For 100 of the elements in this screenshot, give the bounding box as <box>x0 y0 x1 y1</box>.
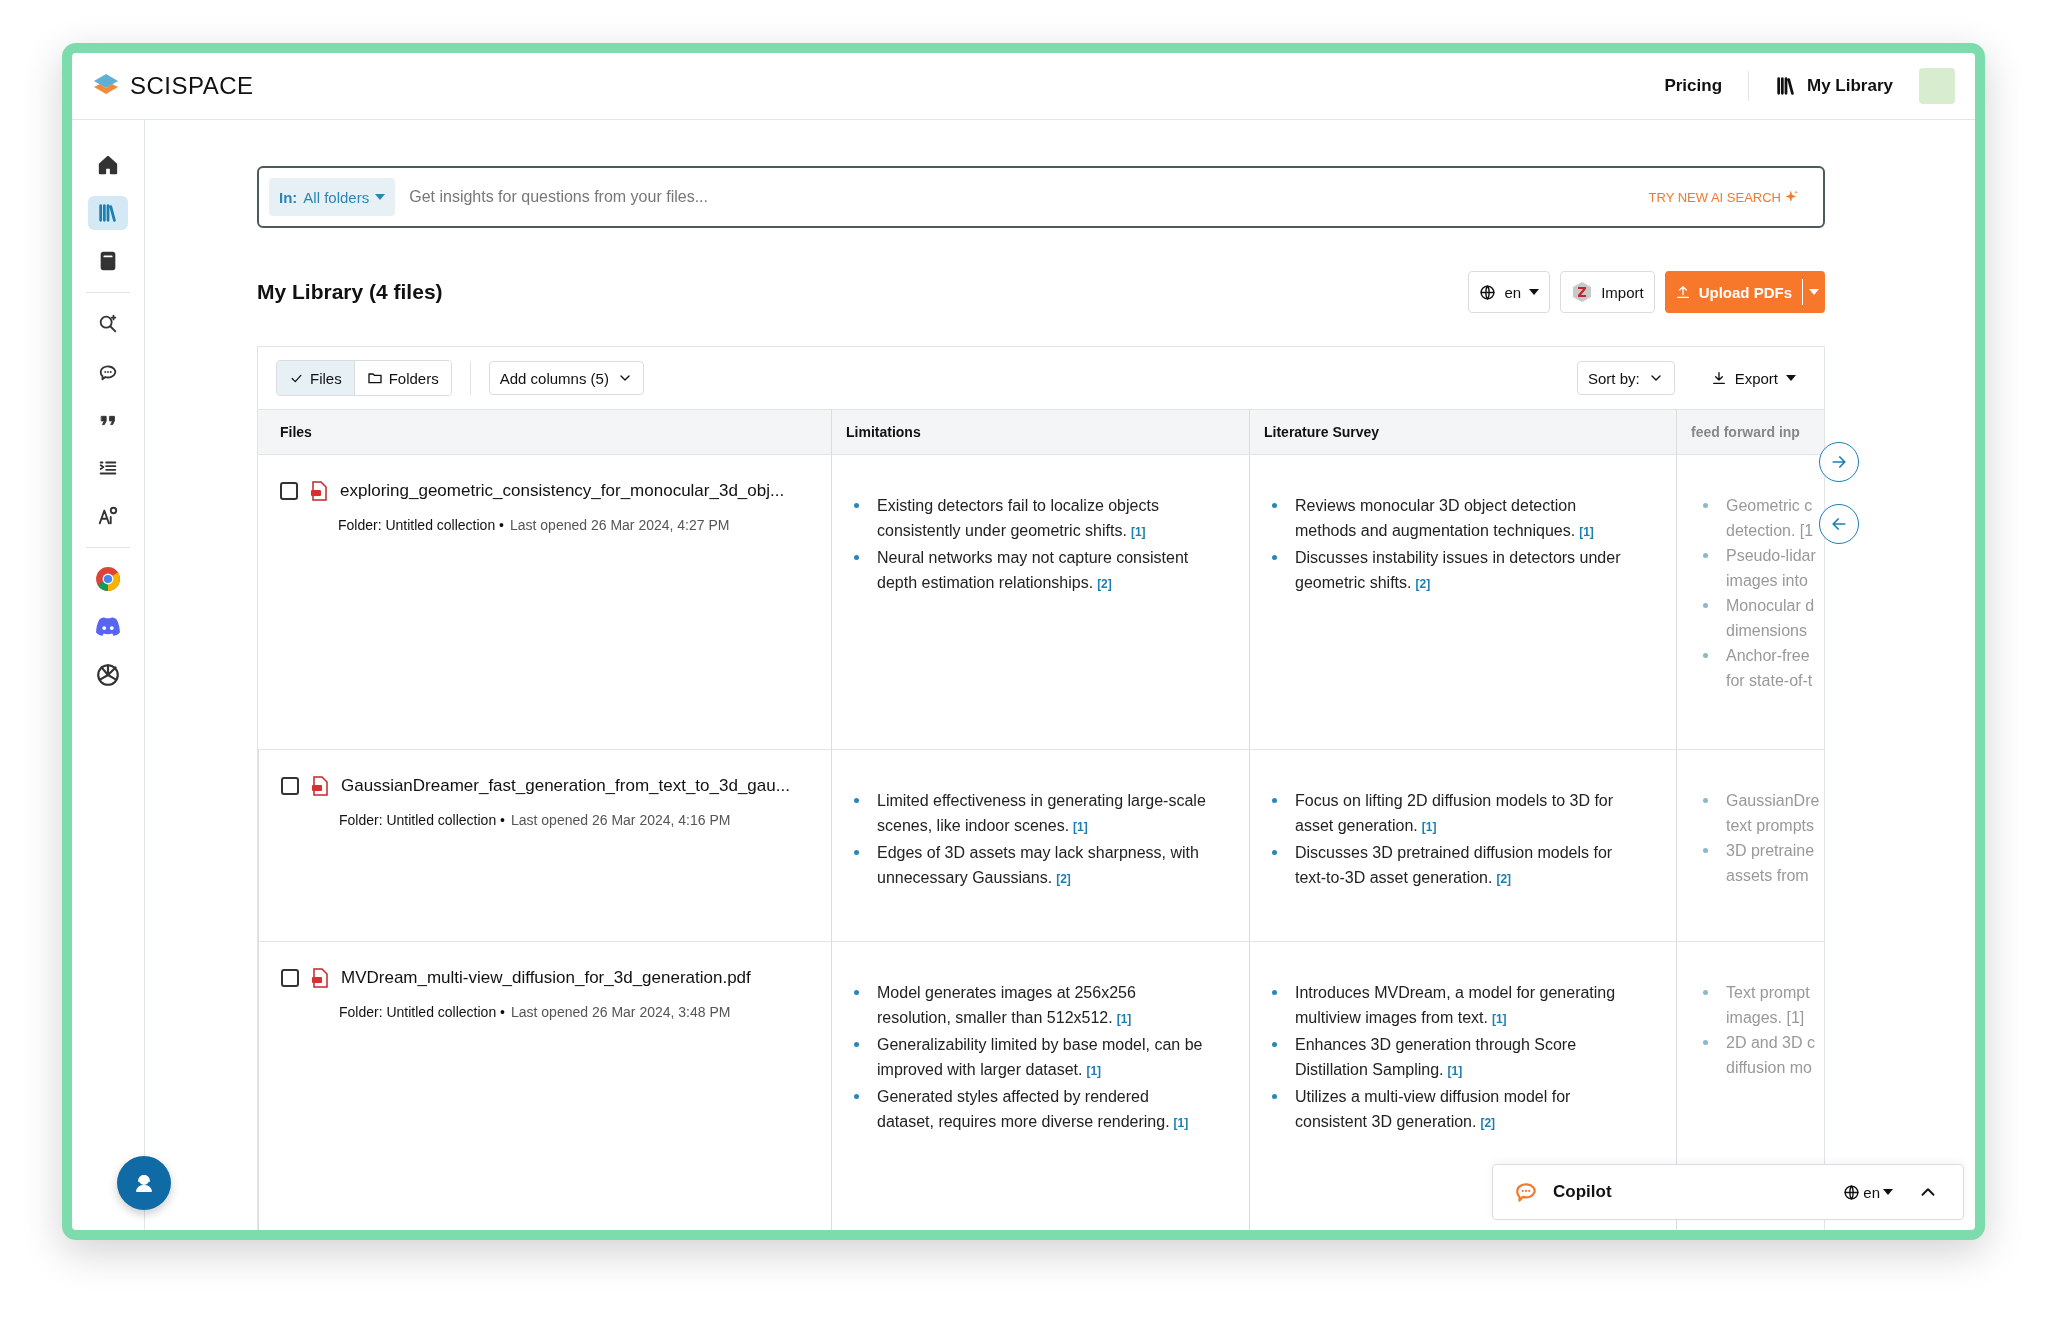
citation-link[interactable]: [1] <box>1579 525 1594 539</box>
folder-label: Folder: Untitled collection • <box>339 812 505 828</box>
row-checkbox[interactable] <box>281 969 299 987</box>
citation-link[interactable]: [1] <box>1173 1116 1189 1130</box>
bullet-text: GaussianDre text prompts <box>1726 791 1820 836</box>
copilot-bar[interactable]: Copilot en <box>1492 1164 1964 1220</box>
bullet-text: Generated styles affected by rendered dataset, requires more diverse rendering. [1] <box>877 1087 1190 1132</box>
citation-link[interactable]: [1] <box>1116 1012 1132 1026</box>
sort-dropdown[interactable]: Sort by: <box>1576 361 1675 395</box>
bullet-text: Discusses instability issues in detectors under geometric shifts. [2] <box>1295 548 1622 593</box>
bullet-text: 3D pretraine assets from <box>1726 841 1815 886</box>
bullet-icon <box>1703 798 1708 803</box>
bullet-icon <box>1703 503 1708 508</box>
bullet-icon <box>1703 553 1708 558</box>
bullet-text: Introduces MVDream, a model for generating multiview images from text. [1] <box>1295 983 1617 1028</box>
scroll-right-button[interactable] <box>1819 442 1859 482</box>
citation-link[interactable]: [1] <box>1130 525 1146 539</box>
nav-link[interactable]: My Library <box>1771 71 1897 101</box>
last-opened-text: Last opened 26 Mar 2024, 4:27 PM <box>510 517 730 533</box>
view-tab[interactable]: Files <box>277 361 354 395</box>
bullet-text: Utilizes a multi-view diffusion model for consistent 3D generation. [2] <box>1295 1087 1572 1132</box>
bullet-icon <box>1272 1042 1277 1047</box>
caret-icon <box>1529 289 1540 295</box>
pdf-file-icon <box>311 776 329 796</box>
bullet-icon <box>1703 653 1708 658</box>
caret-icon <box>1809 289 1819 295</box>
citation-link[interactable]: [1] <box>1491 1012 1507 1026</box>
ai-search-link[interactable]: TRY NEW AI SEARCH <box>1648 189 1813 205</box>
bullet-text: Pseudo-lidar images into <box>1726 546 1816 591</box>
bullet-text: Text prompt images. [1] <box>1726 983 1810 1028</box>
language-dropdown[interactable]: en <box>1837 1182 1899 1202</box>
copilot-label: Copilot <box>1553 1182 1612 1202</box>
folder-label: Folder: Untitled collection • <box>339 1004 505 1020</box>
bullet-text: Neural networks may not capture consistent depth estimation relationships. [2] <box>877 548 1190 593</box>
bullet-icon <box>1272 798 1277 803</box>
folder-icon <box>366 370 383 386</box>
bullet-icon <box>854 798 859 803</box>
support-button[interactable] <box>117 1156 171 1210</box>
citation-link[interactable]: [2] <box>1480 1116 1496 1130</box>
sparkle-icon <box>1785 190 1799 204</box>
view-tab[interactable]: Folders <box>353 361 451 395</box>
logo-text: SCISPACE <box>130 72 254 100</box>
z-logo-icon <box>1571 281 1594 303</box>
add-columns-dropdown[interactable]: Add columns (5) <box>488 361 644 395</box>
citation-link[interactable]: [2] <box>1496 872 1512 886</box>
column-header: Limitations <box>831 409 1249 455</box>
last-opened-text: Last opened 26 Mar 2024, 3:48 PM <box>511 1004 731 1020</box>
bullet-icon <box>1272 503 1277 508</box>
books-icon <box>1775 75 1797 97</box>
discord-icon <box>95 616 121 638</box>
bullet-text: Discusses 3D pretrained diffusion models for text-to-3D asset generation. [2] <box>1295 843 1614 888</box>
bullet-icon <box>1272 990 1277 995</box>
bullet-icon <box>854 850 859 855</box>
citation-link[interactable]: [2] <box>1056 872 1071 886</box>
bullet-icon <box>854 1042 859 1047</box>
bullet-icon <box>854 990 859 995</box>
import-button[interactable]: Import <box>1560 271 1655 313</box>
bullet-icon <box>854 1094 859 1099</box>
bullet-text: Limited effectiveness in generating large-scale scenes, like indoor scenes. [1] <box>877 791 1207 836</box>
file-name[interactable]: exploring_geometric_consistency_for_monocular_3d_obj... <box>340 481 785 501</box>
bullet-icon <box>1703 603 1708 608</box>
nav-link[interactable]: Pricing <box>1660 72 1726 100</box>
citation-link[interactable]: [2] <box>1097 577 1112 591</box>
search-sparkle-icon <box>97 313 119 335</box>
folder-label: Folder: Untitled collection • <box>338 517 504 533</box>
bullet-text: Monocular d dimensions <box>1726 596 1815 641</box>
citation-link[interactable]: [2] <box>1415 577 1431 591</box>
pdf-file-icon <box>310 481 328 501</box>
bullet-icon <box>1272 555 1277 560</box>
bullet-text: Anchor-free for state-of-t <box>1726 646 1813 691</box>
last-opened-text: Last opened 26 Mar 2024, 4:16 PM <box>511 812 731 828</box>
citation-link[interactable]: [1] <box>1073 820 1088 834</box>
home-icon <box>97 154 119 176</box>
search-field[interactable]: In: All folders Get insights for questions from your files... TRY NEW AI SEARCH <box>257 166 1825 228</box>
bullet-text: Focus on lifting 2D diffusion models to 3D for asset generation. [1] <box>1295 791 1615 836</box>
citation-link[interactable]: [1] <box>1447 1064 1463 1078</box>
column-header: feed forward inp <box>1676 409 1824 455</box>
caret-icon <box>1883 1189 1893 1195</box>
bullet-text: Reviews monocular 3D object detection methods and augmentation techniques. [1] <box>1295 496 1595 541</box>
language-dropdown[interactable]: en <box>1468 271 1551 313</box>
row-checkbox[interactable] <box>281 777 299 795</box>
file-name[interactable]: MVDream_multi-view_diffusion_for_3d_generation.pdf <box>341 968 751 988</box>
bullet-icon <box>1703 848 1708 853</box>
column-header: Literature Survey <box>1249 409 1676 455</box>
bullet-text: Existing detectors fail to localize objects consistently under geometric shifts. [1] <box>877 496 1160 541</box>
caret-icon <box>1786 375 1796 381</box>
bullet-text: Geometric c detection. [1 <box>1726 496 1814 541</box>
bullet-text: 2D and 3D c diffusion mo <box>1726 1033 1815 1078</box>
column-header: Files <box>258 409 831 455</box>
bullet-icon <box>1703 990 1708 995</box>
scroll-left-button[interactable] <box>1819 504 1859 544</box>
citation-link[interactable]: [1] <box>1086 1064 1102 1078</box>
row-checkbox[interactable] <box>280 482 298 500</box>
file-name[interactable]: GaussianDreamer_fast_generation_from_text_to_3d_gau... <box>341 776 790 796</box>
citation-link[interactable]: [1] <box>1421 820 1437 834</box>
upload-icon <box>1674 284 1691 300</box>
folder-scope-dropdown[interactable]: In: All folders <box>269 178 396 216</box>
upload-button[interactable]: Upload PDFs <box>1664 271 1825 313</box>
bullet-icon <box>854 555 859 560</box>
ai-text-icon <box>97 505 119 527</box>
